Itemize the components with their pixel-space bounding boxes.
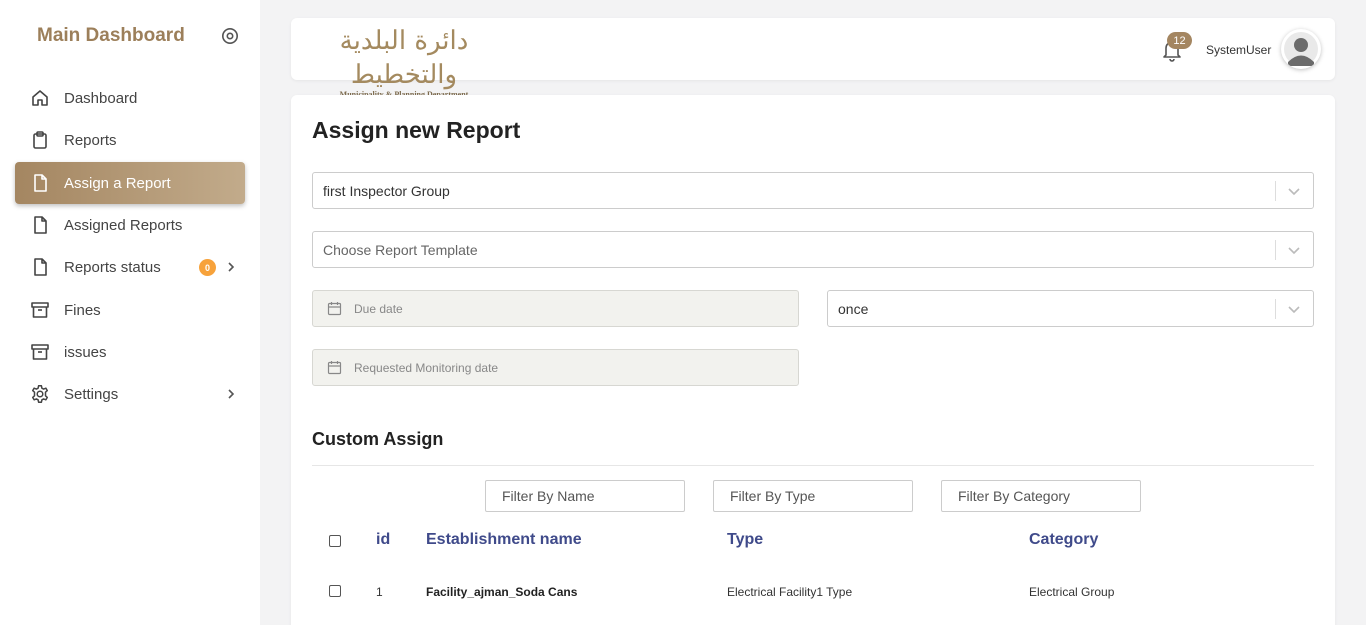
archive-icon [30,342,50,362]
frequency-value: once [838,300,869,317]
report-template-select[interactable]: Choose Report Template [312,231,1314,268]
assign-report-card: Assign new Report first Inspector Group … [291,95,1335,625]
row-type: Electrical Facility1 Type [727,585,853,599]
sidebar-item-settings[interactable]: Settings [15,373,245,415]
sidebar: Main Dashboard Dashboard Reports Assign … [0,0,260,625]
status-badge: 0 [199,259,216,276]
select-separator [1275,240,1276,260]
divider [312,465,1314,466]
inspector-group-select[interactable]: first Inspector Group [312,172,1314,209]
due-date-placeholder: Due date [354,301,403,316]
calendar-icon [327,361,342,375]
calendar-icon [327,302,342,316]
avatar[interactable] [1281,29,1321,69]
page-title: Assign new Report [312,117,521,143]
select-separator [1275,299,1276,319]
column-header-type[interactable]: Type [727,531,763,549]
select-separator [1275,181,1276,201]
sidebar-item-reports[interactable]: Reports [15,119,245,161]
due-date-field[interactable]: Due date [312,290,799,327]
row-establishment-name: Facility_ajman_Soda Cans [426,585,578,599]
chevron-down-icon [1288,247,1300,255]
report-template-placeholder: Choose Report Template [323,241,478,258]
chevron-down-icon [1288,188,1300,196]
sidebar-item-label: Dashboard [64,89,138,107]
sidebar-item-reports-status[interactable]: Reports status 0 [15,246,245,288]
username-label[interactable]: SystemUser [1206,43,1271,57]
filter-by-name-input[interactable] [485,480,685,512]
sidebar-item-label: Assigned Reports [64,216,183,234]
gear-icon [30,384,50,404]
sidebar-item-label: Settings [64,385,119,403]
chevron-down-icon [1288,306,1300,314]
monitoring-date-placeholder: Requested Monitoring date [354,360,499,375]
inspector-group-value: first Inspector Group [323,182,450,199]
sidebar-item-label: Assign a Report [64,174,171,192]
column-header-establishment-name[interactable]: Establishment name [426,531,582,549]
archive-icon [30,300,50,320]
collapse-sidebar-icon[interactable] [221,27,239,45]
row-checkbox[interactable] [329,585,341,597]
user-silhouette-icon [1284,32,1318,66]
monitoring-date-field[interactable]: Requested Monitoring date [312,349,799,386]
row-id: 1 [376,585,383,599]
filter-by-category-input[interactable] [941,480,1141,512]
sidebar-title: Main Dashboard [37,25,185,46]
sidebar-item-label: issues [64,343,107,361]
home-icon [30,88,50,108]
sidebar-item-fines[interactable]: Fines [15,289,245,331]
column-header-id[interactable]: id [376,531,390,549]
logo: دائرة البلدية والتخطيط Municipality & Pl… [319,24,489,99]
column-header-category[interactable]: Category [1029,531,1098,549]
sidebar-header: Main Dashboard [37,24,247,48]
chevron-right-icon [228,262,235,272]
notification-count-badge: 12 [1167,32,1192,49]
file-icon [30,173,50,193]
logo-arabic-text: دائرة البلدية والتخطيط [339,26,469,90]
sidebar-item-issues[interactable]: issues [15,331,245,373]
custom-assign-title: Custom Assign [312,429,444,449]
frequency-select[interactable]: once [827,290,1314,327]
clipboard-icon [30,130,50,150]
sidebar-item-label: Reports status [64,258,161,276]
filter-by-type-input[interactable] [713,480,913,512]
chevron-right-icon [228,389,235,399]
select-all-checkbox[interactable] [329,535,341,547]
top-header: دائرة البلدية والتخطيط Municipality & Pl… [291,18,1335,99]
sidebar-item-assigned-reports[interactable]: Assigned Reports [15,204,245,246]
sidebar-item-label: Fines [64,301,101,319]
sidebar-item-label: Reports [64,131,117,149]
sidebar-item-dashboard[interactable]: Dashboard [15,77,245,119]
file-icon [30,215,50,235]
row-category: Electrical Group [1029,585,1115,599]
sidebar-item-assign-report[interactable]: Assign a Report [15,162,245,204]
file-icon [30,257,50,277]
